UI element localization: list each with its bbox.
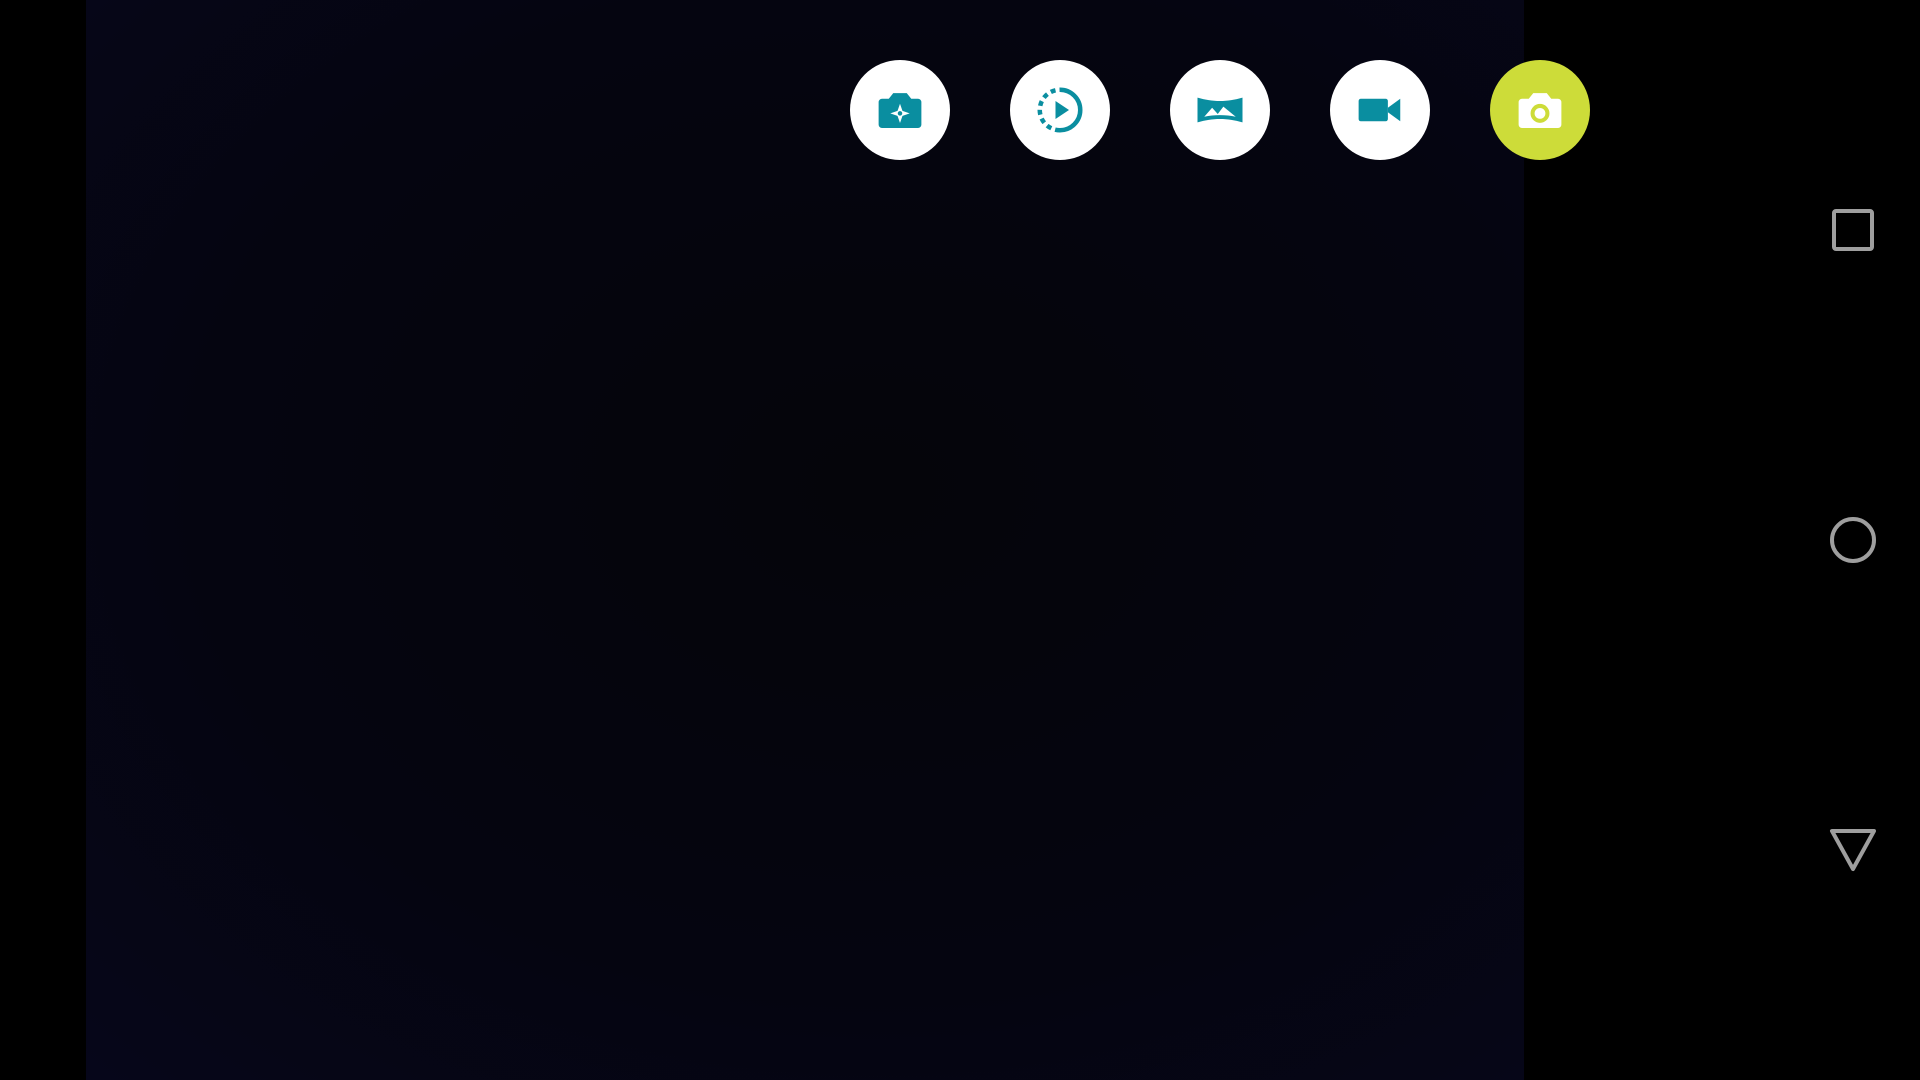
circle-icon: [1830, 517, 1876, 563]
panorama-icon: [1197, 97, 1243, 123]
recents-button[interactable]: [1828, 205, 1878, 255]
home-button[interactable]: [1828, 515, 1878, 565]
system-navigation-bar: [1524, 0, 1920, 1080]
square-icon: [1832, 209, 1874, 251]
triangle-icon: [1830, 829, 1876, 871]
photo-sphere-icon: [878, 93, 922, 128]
photo-sphere-mode-button[interactable]: [850, 60, 950, 160]
camera-viewfinder[interactable]: [86, 0, 1524, 1080]
slow-motion-icon: [1037, 87, 1083, 133]
slow-motion-mode-button[interactable]: [1010, 60, 1110, 160]
video-camera-icon: [1358, 98, 1401, 122]
back-button[interactable]: [1828, 825, 1878, 875]
camera-mode-selector: [850, 60, 1590, 160]
camera-screen: [0, 0, 1920, 1080]
panorama-mode-button[interactable]: [1170, 60, 1270, 160]
video-mode-button[interactable]: [1330, 60, 1430, 160]
